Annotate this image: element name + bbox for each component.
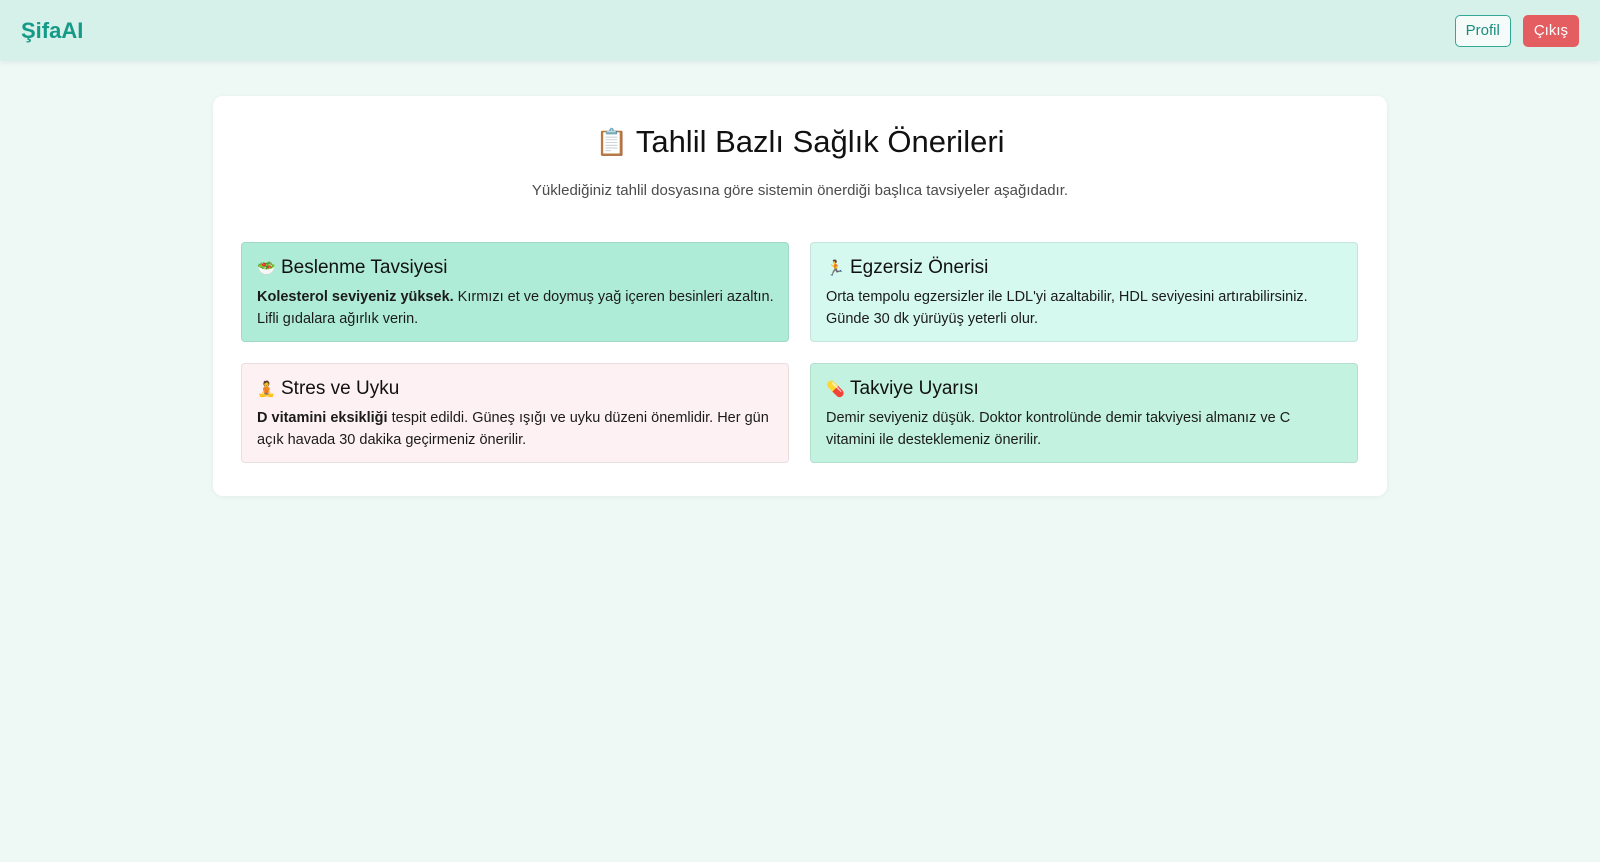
- tip-card-exercise: 🏃 Egzersiz Önerisi Orta tempolu egzersiz…: [810, 242, 1358, 342]
- tip-text: Demir seviyeniz düşük. Doktor kontrolünd…: [826, 410, 1291, 448]
- tip-body: Kolesterol seviyeniz yüksek. Kırmızı et …: [257, 287, 774, 330]
- tip-card-supplement: 💊 Takviye Uyarısı Demir seviyeniz düşük.…: [810, 363, 1358, 463]
- tip-text: Orta tempolu egzersizler ile LDL'yi azal…: [826, 289, 1308, 327]
- clipboard-icon: 📋: [595, 126, 628, 157]
- page-subtitle: Yüklediğiniz tahlil dosyasına göre siste…: [531, 182, 1069, 199]
- tip-title: 🏃 Egzersiz Önerisi: [826, 257, 1343, 279]
- brand-logo[interactable]: ŞifaAI: [21, 18, 83, 44]
- logout-button[interactable]: Çıkış: [1522, 14, 1579, 47]
- tip-title: 🥗 Beslenme Tavsiyesi: [257, 257, 774, 279]
- tip-title: 💊 Takviye Uyarısı: [826, 378, 1343, 400]
- tip-body: Orta tempolu egzersizler ile LDL'yi azal…: [826, 287, 1343, 330]
- nav-actions: Profil Çıkış: [1454, 14, 1579, 47]
- tip-title-text: Takviye Uyarısı: [850, 378, 979, 399]
- page-title-text: Tahlil Bazlı Sağlık Önerileri: [635, 124, 1005, 159]
- profile-button[interactable]: Profil: [1454, 14, 1511, 47]
- tip-title: 🧘 Stres ve Uyku: [257, 378, 774, 400]
- pill-icon: 💊: [826, 381, 845, 398]
- tip-highlight: Kolesterol seviyeniz yüksek.: [257, 289, 454, 305]
- tips-grid: 🥗 Beslenme Tavsiyesi Kolesterol seviyeni…: [241, 242, 1359, 463]
- running-icon: 🏃: [826, 260, 845, 277]
- navbar: ŞifaAI Profil Çıkış: [0, 0, 1600, 61]
- tip-body: D vitamini eksikliği tespit edildi. Güne…: [257, 408, 774, 451]
- recommendations-card: 📋 Tahlil Bazlı Sağlık Önerileri Yüklediğ…: [213, 96, 1387, 496]
- tip-body: Demir seviyeniz düşük. Doktor kontrolünd…: [826, 408, 1343, 451]
- tip-card-nutrition: 🥗 Beslenme Tavsiyesi Kolesterol seviyeni…: [241, 242, 789, 342]
- page-title: 📋 Tahlil Bazlı Sağlık Önerileri: [241, 124, 1359, 160]
- tip-highlight: D vitamini eksikliği: [257, 410, 388, 426]
- tip-title-text: Stres ve Uyku: [281, 378, 400, 399]
- meditation-icon: 🧘: [257, 381, 276, 398]
- salad-icon: 🥗: [257, 260, 276, 277]
- tip-card-stress-sleep: 🧘 Stres ve Uyku D vitamini eksikliği tes…: [241, 363, 789, 463]
- tip-title-text: Beslenme Tavsiyesi: [281, 257, 448, 278]
- tip-title-text: Egzersiz Önerisi: [850, 257, 989, 278]
